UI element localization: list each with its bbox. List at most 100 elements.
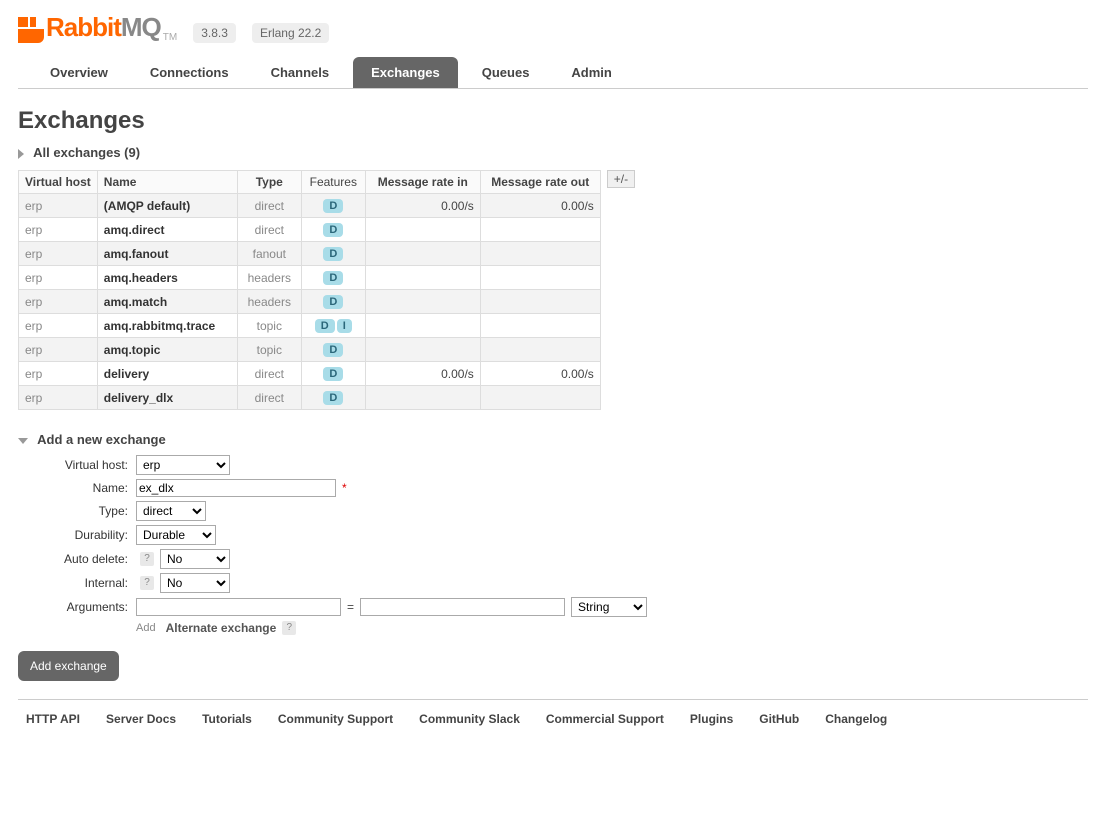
- exchange-link[interactable]: amq.topic: [104, 343, 161, 357]
- cell-rate-out: [480, 266, 600, 290]
- cell-type: direct: [237, 194, 301, 218]
- argument-key-input[interactable]: [136, 598, 341, 616]
- col-vhost[interactable]: Virtual host: [19, 171, 98, 194]
- version-badge: 3.8.3: [193, 23, 236, 43]
- alternate-exchange-link[interactable]: Alternate exchange: [166, 621, 277, 635]
- exchange-link[interactable]: amq.direct: [104, 223, 165, 237]
- columns-toggle-button[interactable]: +/-: [607, 170, 635, 188]
- table-row: erpamq.matchheadersD: [19, 290, 601, 314]
- cell-rate-out: [480, 218, 600, 242]
- caret-down-icon: [18, 438, 28, 444]
- feature-badge: D: [323, 343, 343, 357]
- cell-vhost: erp: [19, 314, 98, 338]
- footer-link-github[interactable]: GitHub: [759, 712, 799, 726]
- cell-rate-out: 0.00/s: [480, 194, 600, 218]
- help-auto-delete[interactable]: ?: [140, 552, 154, 566]
- cell-rate-out: [480, 386, 600, 410]
- col-rate-in[interactable]: Message rate in: [365, 171, 480, 194]
- add-exchange-toggle[interactable]: Add a new exchange: [18, 428, 1088, 451]
- tab-connections[interactable]: Connections: [132, 57, 247, 88]
- cell-features: D: [301, 362, 365, 386]
- add-argument-link[interactable]: Add: [136, 622, 156, 634]
- footer-link-community-support[interactable]: Community Support: [278, 712, 393, 726]
- exchanges-table-wrap: Virtual host Name Type Features Message …: [18, 170, 1088, 410]
- cell-features: D: [301, 266, 365, 290]
- tab-overview[interactable]: Overview: [32, 57, 126, 88]
- col-name[interactable]: Name: [97, 171, 237, 194]
- footer-link-server-docs[interactable]: Server Docs: [106, 712, 176, 726]
- footer-link-community-slack[interactable]: Community Slack: [419, 712, 520, 726]
- vhost-select[interactable]: erp: [136, 455, 230, 475]
- exchange-link[interactable]: amq.match: [104, 295, 167, 309]
- label-arguments: Arguments:: [18, 600, 128, 614]
- col-type[interactable]: Type: [237, 171, 301, 194]
- internal-select[interactable]: No: [160, 573, 230, 593]
- table-row: erpamq.fanoutfanoutD: [19, 242, 601, 266]
- cell-type: direct: [237, 362, 301, 386]
- type-select[interactable]: direct: [136, 501, 206, 521]
- feature-badge: D: [323, 223, 343, 237]
- label-internal: Internal:: [18, 576, 128, 590]
- cell-rate-in: 0.00/s: [365, 362, 480, 386]
- durability-select[interactable]: Durable: [136, 525, 216, 545]
- cell-type: headers: [237, 266, 301, 290]
- cell-vhost: erp: [19, 242, 98, 266]
- feature-badge: D: [315, 319, 335, 333]
- erlang-badge: Erlang 22.2: [252, 23, 329, 43]
- logo-text-orange: Rabbit: [46, 12, 121, 42]
- logo[interactable]: RabbitMQ TM: [18, 12, 177, 43]
- cell-rate-out: [480, 290, 600, 314]
- footer-link-plugins[interactable]: Plugins: [690, 712, 733, 726]
- footer-link-changelog[interactable]: Changelog: [825, 712, 887, 726]
- col-rate-out[interactable]: Message rate out: [480, 171, 600, 194]
- help-alternate-exchange[interactable]: ?: [282, 621, 296, 635]
- page-title: Exchanges: [18, 107, 1088, 135]
- cell-rate-out: 0.00/s: [480, 362, 600, 386]
- cell-rate-in: [365, 314, 480, 338]
- table-row: erpamq.rabbitmq.tracetopicDI: [19, 314, 601, 338]
- name-input[interactable]: [136, 479, 336, 497]
- cell-rate-in: 0.00/s: [365, 194, 480, 218]
- add-exchange-section: Add a new exchange Virtual host: erp Nam…: [18, 428, 1088, 681]
- add-exchange-button[interactable]: Add exchange: [18, 651, 119, 681]
- help-internal[interactable]: ?: [140, 576, 154, 590]
- cell-vhost: erp: [19, 266, 98, 290]
- cell-features: D: [301, 194, 365, 218]
- feature-badge: D: [323, 391, 343, 405]
- all-exchanges-toggle[interactable]: All exchanges (9): [18, 141, 1088, 164]
- exchange-link[interactable]: delivery: [104, 367, 149, 381]
- exchanges-table: Virtual host Name Type Features Message …: [18, 170, 601, 410]
- exchange-link[interactable]: amq.rabbitmq.trace: [104, 319, 215, 333]
- cell-features: DI: [301, 314, 365, 338]
- table-row: erpdelivery_dlxdirectD: [19, 386, 601, 410]
- header-row: RabbitMQ TM 3.8.3 Erlang 22.2: [18, 12, 1088, 43]
- tab-exchanges[interactable]: Exchanges: [353, 57, 458, 88]
- col-features[interactable]: Features: [301, 171, 365, 194]
- table-row: erp amq.headers headersD: [19, 266, 601, 290]
- exchange-link[interactable]: amq.fanout: [104, 247, 169, 261]
- label-vhost: Virtual host:: [18, 458, 128, 472]
- table-row: erpamq.topictopicD: [19, 338, 601, 362]
- argument-value-input[interactable]: [360, 598, 565, 616]
- add-exchange-label: Add a new exchange: [37, 432, 166, 447]
- footer-link-tutorials[interactable]: Tutorials: [202, 712, 252, 726]
- label-name: Name:: [18, 481, 128, 495]
- exchange-link[interactable]: (AMQP default): [104, 199, 190, 213]
- caret-right-icon: [18, 149, 24, 159]
- exchange-link[interactable]: delivery_dlx: [104, 391, 173, 405]
- tab-queues[interactable]: Queues: [464, 57, 548, 88]
- cell-rate-in: [365, 242, 480, 266]
- argument-type-select[interactable]: String: [571, 597, 647, 617]
- tab-admin[interactable]: Admin: [553, 57, 629, 88]
- footer-link-http-api[interactable]: HTTP API: [26, 712, 80, 726]
- label-auto-delete: Auto delete:: [18, 552, 128, 566]
- tab-channels[interactable]: Channels: [253, 57, 348, 88]
- exchange-link[interactable]: amq.headers: [104, 271, 178, 285]
- cell-vhost: erp: [19, 362, 98, 386]
- cell-vhost: erp: [19, 290, 98, 314]
- cell-type: direct: [237, 386, 301, 410]
- cell-rate-in: [365, 218, 480, 242]
- auto-delete-select[interactable]: No: [160, 549, 230, 569]
- cell-rate-in: [365, 266, 480, 290]
- footer-link-commercial-support[interactable]: Commercial Support: [546, 712, 664, 726]
